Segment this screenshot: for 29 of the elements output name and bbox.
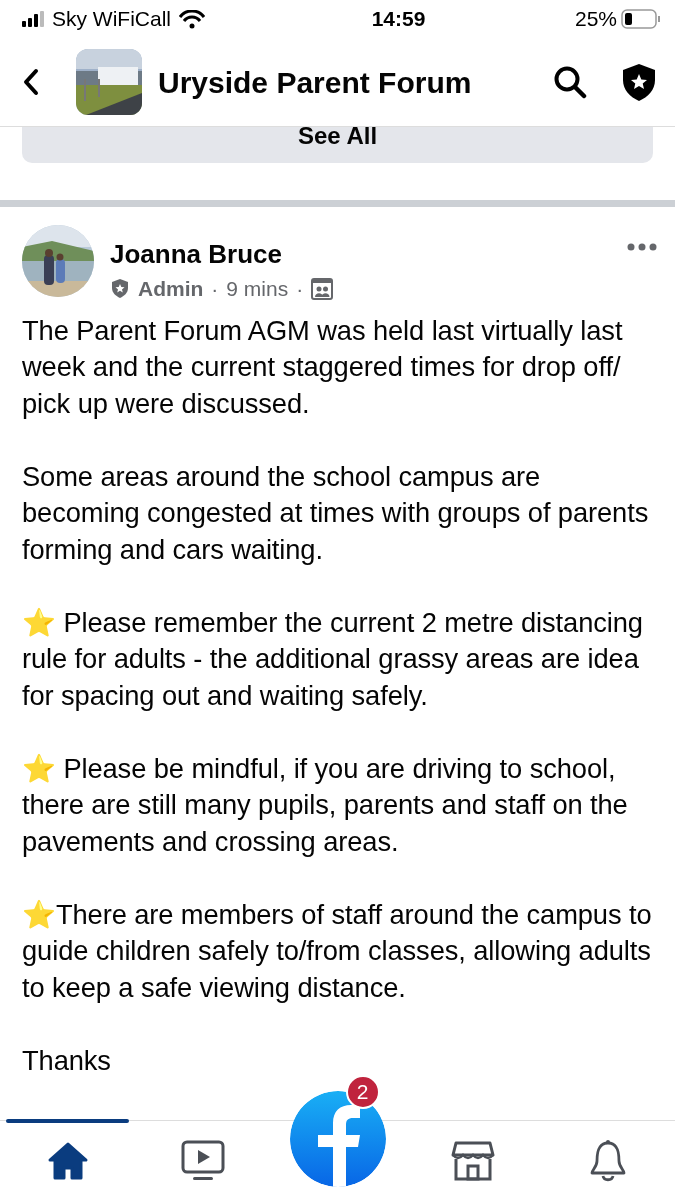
see-all-button[interactable]: See All — [22, 127, 653, 163]
shop-icon[interactable] — [450, 1140, 495, 1181]
post-paragraph: ⭐There are members of staff around the campus to guide children safely to/from classes, allowing adults to keep a safe viewing distance. — [22, 897, 653, 1005]
carrier-name: Sky WiFiCall — [52, 6, 171, 33]
dot-separator: · — [296, 276, 304, 302]
battery-icon — [621, 9, 661, 29]
admin-role: Admin — [138, 276, 204, 302]
admin-shield-icon[interactable] — [621, 62, 657, 102]
post-paragraph: ⭐ Please remember the current 2 metre distancing rule for adults - the additional grassy areas are idea for spacing out and waiting safely. — [22, 605, 644, 713]
group-members-icon — [311, 277, 334, 300]
admin-badge-icon — [110, 278, 130, 300]
dot-separator: · — [211, 276, 219, 302]
post-time: 9 mins — [226, 276, 289, 302]
more-options-icon[interactable] — [627, 243, 657, 251]
wifi-icon — [179, 9, 205, 29]
bell-icon[interactable] — [588, 1139, 627, 1182]
status-time: 14:59 — [370, 6, 427, 33]
back-icon[interactable] — [22, 68, 40, 96]
notification-count: 2 — [345, 1074, 380, 1109]
author-name: Joanna Bruce — [110, 239, 283, 269]
video-icon[interactable] — [180, 1140, 225, 1181]
post-paragraph: Thanks — [22, 1043, 112, 1078]
battery-percentage: 25% — [574, 6, 617, 33]
group-title: Uryside Parent Forum — [158, 64, 473, 101]
post-paragraph: The Parent Forum AGM was held last virtually last week and the current staggered times for drop off/ pick up were discussed. — [22, 313, 624, 421]
search-icon[interactable] — [553, 65, 587, 99]
signal-icon — [22, 11, 44, 27]
post-paragraph: ⭐ Please be mindful, if you are driving to school, there are still many pupils, parents and staff on the pavements and crossing areas. — [22, 751, 629, 859]
post-paragraph: Some areas around the school campus are becoming congested at times with groups of parents forming and cars waiting. — [22, 459, 650, 567]
